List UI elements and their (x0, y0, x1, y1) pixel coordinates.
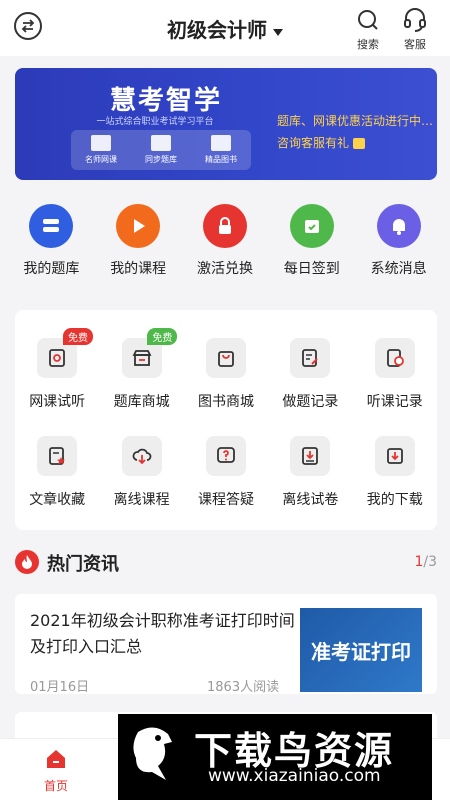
shopping-bag-icon (205, 338, 246, 378)
search-icon (358, 10, 378, 30)
grid-item-course-qa[interactable]: 课程答疑 (184, 436, 268, 534)
edit-record-icon (290, 338, 331, 378)
free-badge: 免费 (63, 328, 93, 345)
grid-item-offline-papers[interactable]: 离线试卷 (268, 436, 352, 534)
quick-daily-checkin[interactable]: 每日签到 (270, 204, 354, 278)
thumbnail-text: 准考证打印 (311, 639, 411, 664)
quick-activate-redeem[interactable]: 激活兑换 (183, 204, 267, 278)
tab-home[interactable]: 首页 (36, 747, 76, 794)
grid-label: 听课记录 (366, 394, 423, 410)
headset-icon (404, 8, 426, 32)
banner-subtitle: 一站式综合职业考试学习平台 (96, 117, 214, 127)
paper-download-icon (290, 436, 331, 476)
chevron-down-icon (273, 29, 283, 36)
free-badge: 免费 (147, 328, 178, 345)
banner-logo: 慧考智学 (110, 86, 223, 116)
grid-item-listening-record[interactable]: 听课记录 (353, 338, 437, 436)
grid-item-offline-courses[interactable]: 离线课程 (99, 436, 183, 534)
books-icon (211, 135, 231, 151)
section-title: 热门资讯 (47, 554, 119, 575)
play-icon (116, 204, 161, 248)
quick-label: 每日签到 (283, 261, 340, 277)
star-doc-icon (37, 436, 78, 476)
home-icon (47, 750, 65, 768)
search-button[interactable]: 搜索 (348, 6, 388, 52)
grid-item-course-trial[interactable]: 免费 网课试听 (15, 328, 99, 436)
quick-my-question-bank[interactable]: 我的题库 (9, 204, 93, 278)
grid-label: 离线试卷 (282, 492, 339, 508)
grid-label: 离线课程 (113, 492, 170, 508)
quick-label: 我的题库 (23, 261, 80, 277)
grid-label: 课程答疑 (197, 492, 254, 508)
quick-label: 我的课程 (110, 261, 167, 277)
book-icon (151, 135, 171, 151)
quick-actions: 我的题库 我的课程 激活兑换 每日签到 系统消息 (0, 204, 450, 278)
news-thumbnail: 准考证打印 (300, 608, 422, 692)
question-bubble-icon (205, 436, 246, 476)
promo-banner[interactable]: 慧考智学 一站式综合职业考试学习平台 名师网课 同步题库 精品图书 题库、网课优… (15, 68, 437, 180)
app-header: 初级会计师 搜索 客服 (0, 0, 450, 56)
hot-news-header: 热门资讯 1/3 (15, 548, 437, 578)
quick-system-messages[interactable]: 系统消息 (357, 204, 441, 278)
checkin-icon (289, 204, 334, 248)
search-label: 搜索 (357, 38, 379, 51)
pager-total: /3 (423, 554, 437, 570)
clock-record-icon (374, 338, 415, 378)
bird-logo-icon (133, 727, 172, 780)
grid-label: 题库商城 (113, 394, 170, 410)
video-icon (91, 135, 111, 151)
feature-grid-card: 免费 网课试听 免费 题库商城 图书商城 做题记录 听课记录 文章收藏 离线课程 (15, 310, 437, 530)
flame-icon (15, 550, 39, 574)
banner-feature: 精品图书 (205, 135, 237, 165)
feature-grid: 免费 网课试听 免费 题库商城 图书商城 做题记录 听课记录 文章收藏 离线课程 (15, 310, 437, 534)
stack-icon (29, 204, 74, 248)
grid-item-practice-record[interactable]: 做题记录 (268, 338, 352, 436)
banner-gift-text: 咨询客服有礼 (277, 134, 366, 151)
quick-my-courses[interactable]: 我的课程 (96, 204, 180, 278)
grid-label: 做题记录 (282, 394, 339, 410)
quick-label: 系统消息 (370, 261, 427, 277)
watermark-url: www.xiazainiao.com (208, 766, 381, 786)
customer-service-button[interactable]: 客服 (395, 6, 435, 52)
grid-item-article-favorites[interactable]: 文章收藏 (15, 436, 99, 534)
grid-label: 图书商城 (197, 394, 254, 410)
grid-label: 网课试听 (29, 394, 86, 410)
tab-label: 首页 (43, 779, 68, 793)
news-date: 01月16日 (30, 680, 90, 695)
page-title: 初级会计师 (167, 18, 267, 42)
news-headline: 2021年初级会计职称准考证打印时间及打印入口汇总 (30, 611, 295, 656)
news-pager: 1/3 (414, 554, 437, 570)
news-item[interactable]: 2021年初级会计职称准考证打印时间及打印入口汇总 01月16日 1863人阅读… (15, 594, 437, 695)
bell-icon (376, 204, 421, 248)
grid-item-my-downloads[interactable]: 我的下载 (353, 436, 437, 534)
grid-item-question-store[interactable]: 免费 题库商城 (99, 328, 183, 436)
grid-label: 我的下载 (366, 492, 423, 508)
quick-label: 激活兑换 (196, 261, 253, 277)
service-label: 客服 (404, 38, 426, 51)
gift-icon (353, 138, 366, 149)
lock-icon (202, 204, 247, 248)
banner-features: 名师网课 同步题库 精品图书 (71, 130, 251, 170)
watermark: 下载鸟资源 www.xiazainiao.com (118, 714, 432, 800)
cloud-download-icon (121, 436, 162, 476)
grid-item-book-store[interactable]: 图书商城 (184, 338, 268, 436)
banner-promo-text: 题库、网课优惠活动进行中… (277, 114, 434, 128)
news-read-count: 1863人阅读 (207, 680, 280, 695)
banner-feature: 名师网课 (85, 135, 117, 165)
download-tray-icon (374, 436, 415, 476)
banner-feature: 同步题库 (145, 135, 177, 165)
grid-label: 文章收藏 (29, 492, 86, 508)
